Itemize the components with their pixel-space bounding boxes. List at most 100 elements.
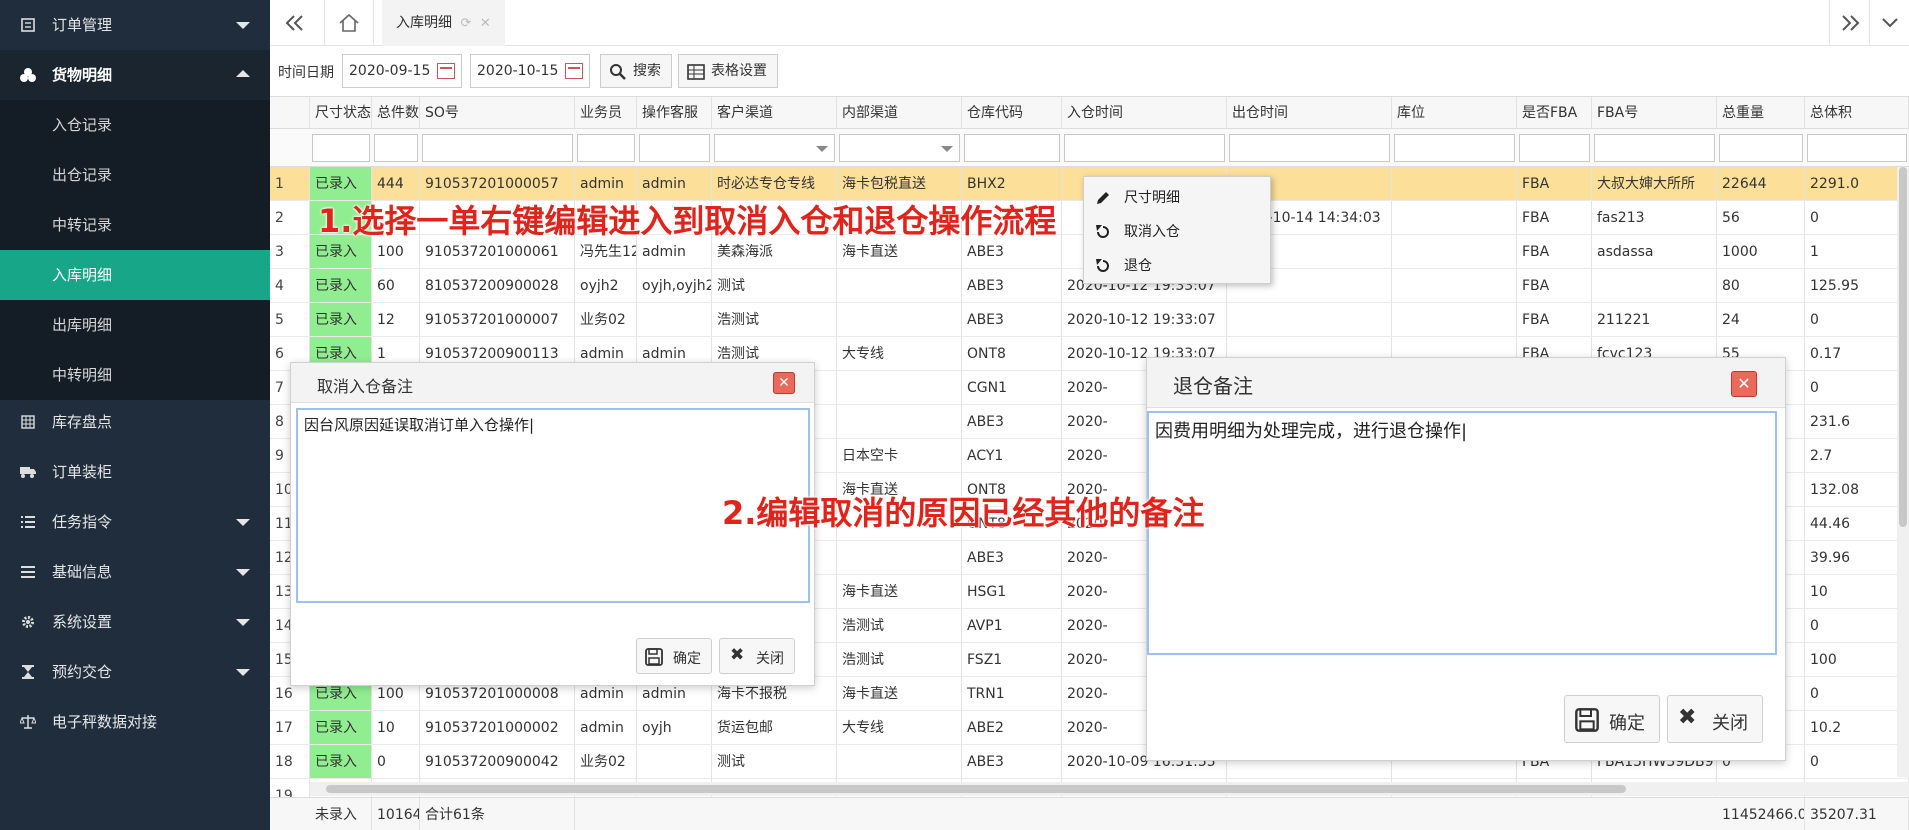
filter-select[interactable] [839, 134, 960, 162]
filter-input[interactable] [1229, 134, 1390, 162]
table-cell[interactable] [837, 269, 962, 302]
table-cell[interactable]: ABE3 [962, 405, 1062, 438]
close-button[interactable]: ✖ 关闭 [719, 638, 795, 674]
table-cell[interactable]: ABE3 [962, 541, 1062, 574]
table-cell[interactable]: 0 [1805, 745, 1909, 778]
table-cell[interactable]: 910537201000002 [420, 711, 575, 744]
sidebar-sub-outbound-detail[interactable]: 出库明细 [0, 300, 270, 350]
table-cell[interactable]: CGN1 [962, 371, 1062, 404]
row-number[interactable]: 1 [270, 167, 310, 200]
row-number[interactable]: 5 [270, 303, 310, 336]
col-header[interactable]: 入仓时间 [1062, 97, 1227, 128]
col-header[interactable]: 客户渠道 [712, 97, 837, 128]
scroll-tabs-right-button[interactable] [1829, 0, 1869, 46]
col-header[interactable]: 总体积 [1805, 97, 1909, 128]
filter-input[interactable] [964, 134, 1060, 162]
table-cell[interactable] [1392, 235, 1517, 268]
table-cell[interactable]: ACY1 [962, 439, 1062, 472]
table-cell[interactable]: HSG1 [962, 575, 1062, 608]
table-cell[interactable]: 大专线 [837, 337, 962, 370]
tab-inbound-detail[interactable]: 入库明细 ⟳ ✕ [382, 0, 505, 46]
filter-input[interactable] [1064, 134, 1225, 162]
table-cell[interactable]: 910537200900042 [420, 745, 575, 778]
table-cell[interactable]: 132.08 [1805, 473, 1909, 506]
col-header[interactable]: 出仓时间 [1227, 97, 1392, 128]
ctx-item-cancel-inbound[interactable]: 取消入仓 [1084, 215, 1270, 249]
filter-select[interactable] [714, 134, 835, 162]
table-cell[interactable]: ABE3 [962, 269, 1062, 302]
vertical-scrollbar[interactable] [1897, 167, 1909, 777]
table-cell[interactable]: 100 [1805, 643, 1909, 676]
row-number[interactable]: 4 [270, 269, 310, 302]
table-cell[interactable]: oyjh [637, 711, 712, 744]
table-cell[interactable] [837, 303, 962, 336]
table-cell[interactable]: 910537201000007 [420, 303, 575, 336]
table-cell[interactable]: 0 [1805, 303, 1909, 336]
table-cell[interactable]: 39.96 [1805, 541, 1909, 574]
table-cell[interactable]: 日本空卡 [837, 439, 962, 472]
table-cell[interactable] [837, 745, 962, 778]
table-cell[interactable] [1392, 303, 1517, 336]
col-header[interactable]: 总重量 [1717, 97, 1805, 128]
table-cell[interactable]: 231.6 [1805, 405, 1909, 438]
sidebar-item-system-settings[interactable]: 系统设置 [0, 597, 270, 647]
scrollbar-thumb[interactable] [326, 785, 1626, 793]
col-header[interactable]: 尺寸状态 [310, 97, 372, 128]
table-cell[interactable]: 已录入 [310, 711, 372, 744]
tab-menu-button[interactable] [1869, 0, 1909, 46]
sidebar-sub-inbound-record[interactable]: 入仓记录 [0, 100, 270, 150]
table-cell[interactable]: AVP1 [962, 609, 1062, 642]
ctx-item-return-warehouse[interactable]: 退仓 [1084, 249, 1270, 283]
table-cell[interactable] [1592, 269, 1717, 302]
sidebar-item-goods-detail[interactable]: 货物明细 [0, 50, 270, 100]
confirm-button[interactable]: 确定 [1564, 695, 1660, 743]
home-button[interactable] [324, 0, 374, 46]
table-cell[interactable]: 24 [1717, 303, 1805, 336]
table-cell[interactable]: oyjh2 [575, 269, 637, 302]
table-cell[interactable]: 56 [1717, 201, 1805, 234]
filter-input[interactable] [1719, 134, 1803, 162]
table-cell[interactable]: 2020-10-12 19:33:07 [1062, 303, 1227, 336]
close-icon[interactable]: ✕ [1731, 371, 1757, 397]
table-cell[interactable]: oyjh,oyjh2 [637, 269, 712, 302]
table-cell[interactable]: 业务02 [575, 303, 637, 336]
table-cell[interactable]: 海卡直送 [837, 677, 962, 710]
table-cell[interactable]: 80 [1717, 269, 1805, 302]
table-cell[interactable]: 0 [1805, 609, 1909, 642]
close-icon[interactable]: ✕ [480, 16, 491, 31]
filter-input[interactable] [312, 134, 370, 162]
table-cell[interactable] [1392, 201, 1517, 234]
sidebar-sub-transfer-detail[interactable]: 中转明细 [0, 350, 270, 400]
col-header[interactable]: 业务员 [575, 97, 637, 128]
table-cell[interactable]: 浩测试 [837, 609, 962, 642]
row-number[interactable]: 18 [270, 745, 310, 778]
ctx-item-size-detail[interactable]: 尺寸明细 [1084, 181, 1270, 215]
close-icon[interactable]: ✕ [773, 372, 795, 394]
filter-input[interactable] [1807, 134, 1907, 162]
col-header[interactable]: SO号 [420, 97, 575, 128]
sidebar-item-task-instruction[interactable]: 任务指令 [0, 497, 270, 547]
date-start-input[interactable]: 2020-09-15 [342, 54, 462, 88]
table-cell[interactable]: 10.2 [1805, 711, 1909, 744]
table-cell[interactable]: 22644 [1717, 167, 1805, 200]
sidebar-sub-inbound-detail[interactable]: 入库明细 [0, 250, 270, 300]
filter-input[interactable] [1394, 134, 1515, 162]
table-row[interactable]: 5 已录入 12 910537201000007 业务02 浩测试 ABE3 2020-10-… [270, 303, 1909, 337]
calendar-icon[interactable] [565, 63, 583, 79]
sidebar-item-order-management[interactable]: 订单管理 [0, 0, 270, 50]
col-header[interactable]: 库位 [1392, 97, 1517, 128]
table-cell[interactable]: 12 [372, 303, 420, 336]
col-header[interactable]: 仓库代码 [962, 97, 1062, 128]
sidebar-item-basic-info[interactable]: 基础信息 [0, 547, 270, 597]
horizontal-scrollbar[interactable] [310, 782, 1909, 796]
return-remark-textarea[interactable]: 因费用明细为处理完成，进行退仓操作| [1147, 411, 1777, 655]
table-cell[interactable]: 60 [372, 269, 420, 302]
table-cell[interactable] [837, 541, 962, 574]
row-number[interactable]: 17 [270, 711, 310, 744]
close-button[interactable]: ✖ 关闭 [1667, 695, 1763, 743]
table-cell[interactable]: ABE3 [962, 303, 1062, 336]
filter-input[interactable] [1519, 134, 1590, 162]
table-cell[interactable]: 已录入 [310, 745, 372, 778]
table-cell[interactable]: 0.17 [1805, 337, 1909, 370]
sidebar-sub-transfer-record[interactable]: 中转记录 [0, 200, 270, 250]
